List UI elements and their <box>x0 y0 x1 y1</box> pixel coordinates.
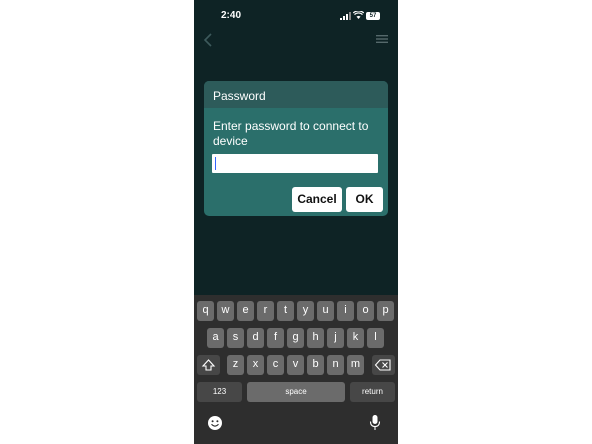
key-w[interactable]: w <box>217 301 234 321</box>
key-v[interactable]: v <box>287 355 304 375</box>
key-p[interactable]: p <box>377 301 394 321</box>
key-x[interactable]: x <box>247 355 264 375</box>
key-t[interactable]: t <box>277 301 294 321</box>
return-key[interactable]: return <box>350 382 395 402</box>
shift-key[interactable] <box>197 355 220 375</box>
dialog-message: Enter password to connect to device <box>213 119 369 148</box>
password-dialog: Password Enter password to connect to de… <box>204 81 388 216</box>
wifi-icon <box>353 11 364 19</box>
key-i[interactable]: i <box>337 301 354 321</box>
status-time: 2:40 <box>221 10 242 21</box>
emoji-icon[interactable] <box>207 415 223 431</box>
key-u[interactable]: u <box>317 301 334 321</box>
key-b[interactable]: b <box>307 355 324 375</box>
dialog-title: Password <box>213 89 266 103</box>
key-f[interactable]: f <box>267 328 284 348</box>
key-r[interactable]: r <box>257 301 274 321</box>
text-cursor <box>215 157 216 170</box>
key-e[interactable]: e <box>237 301 254 321</box>
key-l[interactable]: l <box>367 328 384 348</box>
cancel-button[interactable]: Cancel <box>292 187 342 212</box>
key-m[interactable]: m <box>347 355 364 375</box>
password-input[interactable] <box>212 154 378 173</box>
dialog-title-bar: Password <box>204 81 388 108</box>
numbers-key[interactable]: 123 <box>197 382 242 402</box>
key-q[interactable]: q <box>197 301 214 321</box>
backspace-icon <box>374 359 391 371</box>
key-d[interactable]: d <box>247 328 264 348</box>
microphone-icon[interactable] <box>369 414 381 432</box>
key-s[interactable]: s <box>227 328 244 348</box>
signal-icon <box>340 12 351 20</box>
battery-icon: 57 <box>366 12 380 20</box>
shift-icon <box>201 359 216 371</box>
backspace-key[interactable] <box>372 355 395 375</box>
key-c[interactable]: c <box>267 355 284 375</box>
key-j[interactable]: j <box>327 328 344 348</box>
menu-icon[interactable] <box>375 33 389 45</box>
key-y[interactable]: y <box>297 301 314 321</box>
key-z[interactable]: z <box>227 355 244 375</box>
key-a[interactable]: a <box>207 328 224 348</box>
status-bar: 2:40 57 <box>194 0 398 32</box>
key-g[interactable]: g <box>287 328 304 348</box>
key-o[interactable]: o <box>357 301 374 321</box>
key-n[interactable]: n <box>327 355 344 375</box>
keyboard: q w e r t y u i o p a s d f g h j k l z … <box>194 295 398 444</box>
phone-screen: 2:40 57 Password Enter password to conne… <box>194 0 398 444</box>
key-k[interactable]: k <box>347 328 364 348</box>
ok-button[interactable]: OK <box>346 187 383 212</box>
space-key[interactable]: space <box>247 382 345 402</box>
key-h[interactable]: h <box>307 328 324 348</box>
back-icon[interactable] <box>200 30 218 50</box>
